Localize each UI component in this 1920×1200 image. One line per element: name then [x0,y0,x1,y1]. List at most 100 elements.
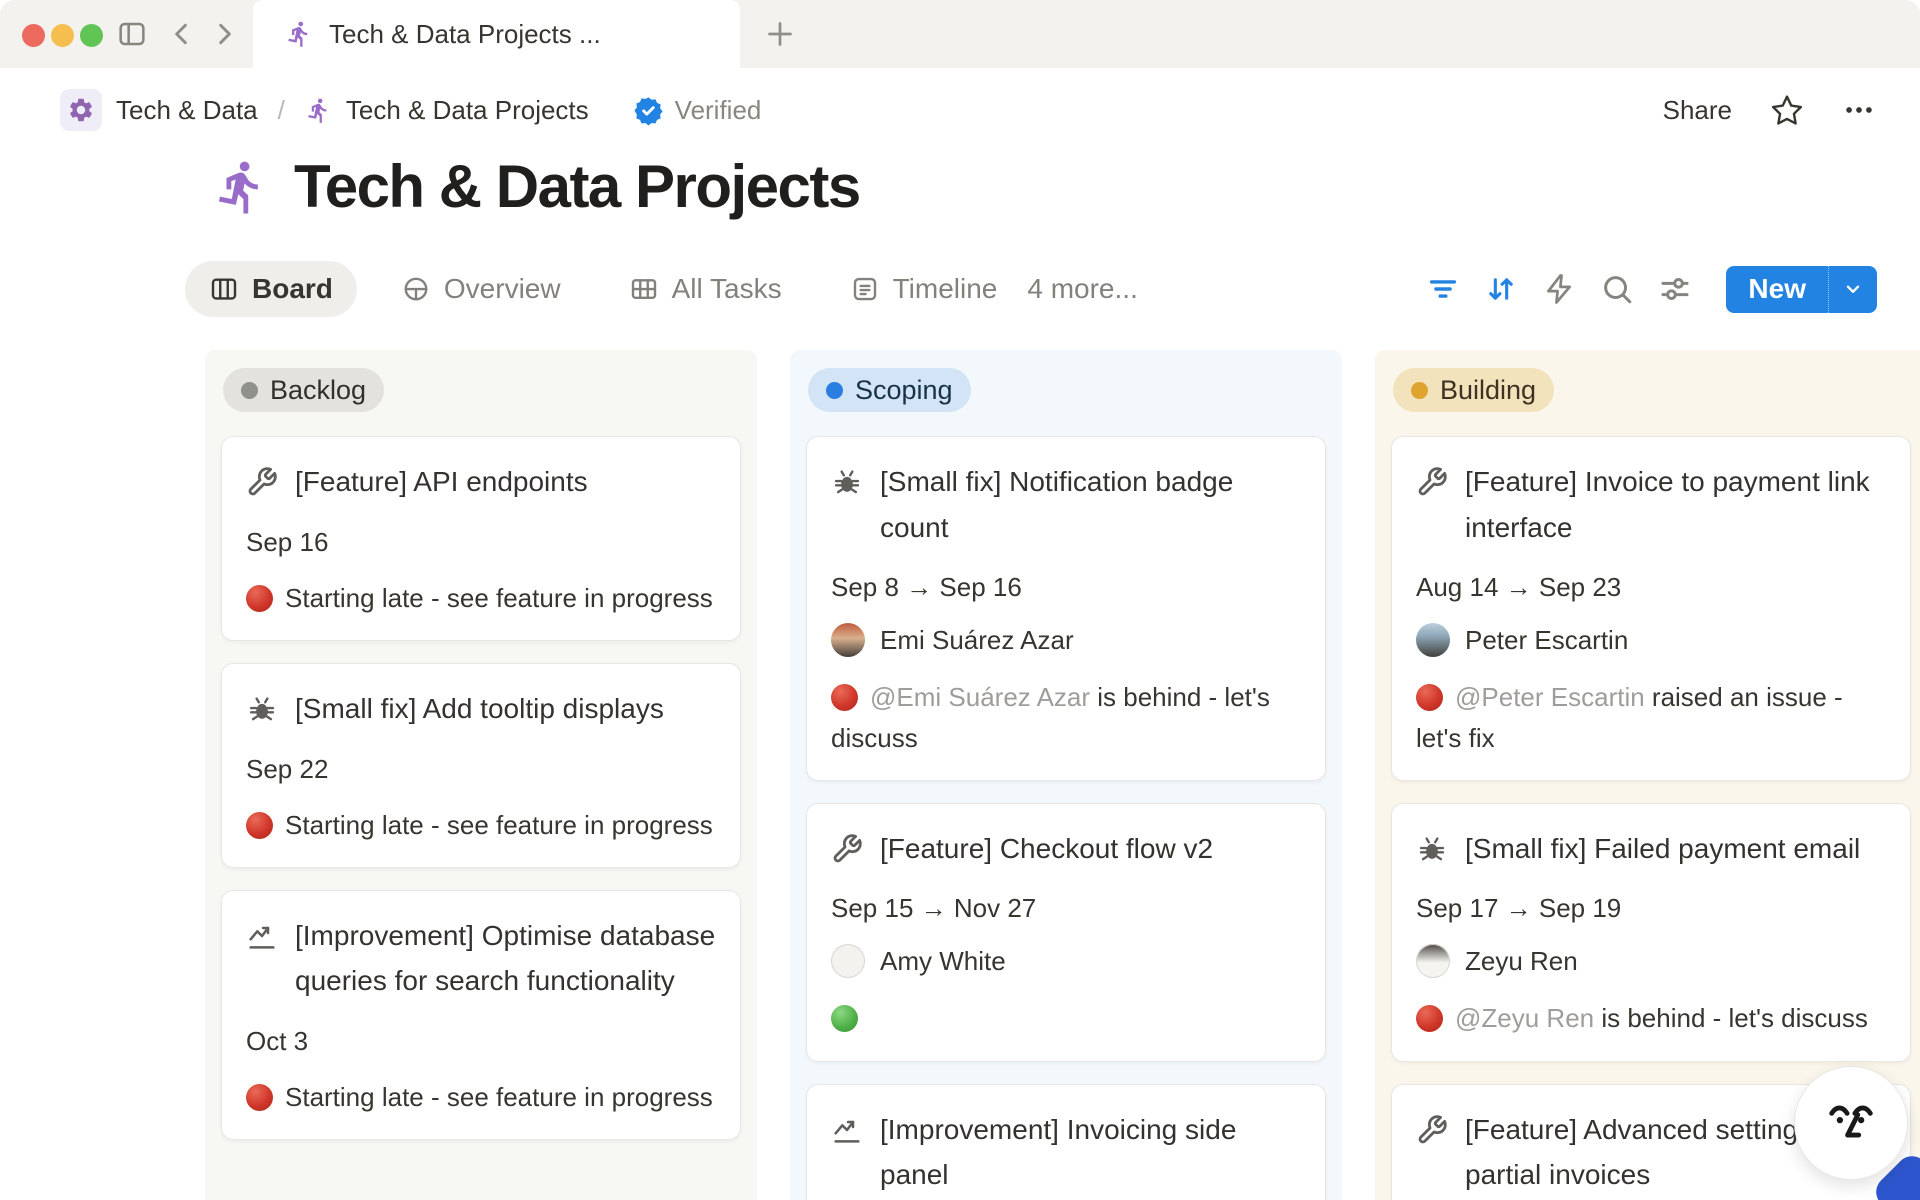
card[interactable]: [Improvement] Optimise database queries … [221,890,741,1141]
card-assignee: Amy White [831,944,1301,978]
forward-icon[interactable] [208,18,240,50]
card-title: [Improvement] Optimise database queries … [295,913,716,1004]
card-status: @Zeyu Ren is behind - let's discuss [1416,998,1886,1038]
page-icon-running-person[interactable] [212,158,270,216]
verified-label: Verified [675,95,762,126]
toolbar-icons [1426,272,1692,306]
card-head: [Feature] API endpoints [246,459,716,505]
card[interactable]: [Small fix] Add tooltip displays Sep 22 St… [221,663,741,868]
sidebar-toggle-icon[interactable] [116,18,148,50]
view-tab-all-tasks[interactable]: All Tasks [605,261,806,317]
verified-badge[interactable]: Verified [633,95,762,126]
column-name: Building [1440,375,1536,406]
new-dropdown-button[interactable] [1828,266,1877,313]
board-icon [209,274,239,304]
search-icon[interactable] [1600,272,1634,306]
card-status: @Emi Suárez Azar is behind - let's discu… [831,677,1301,758]
notion-ai-face-icon [1822,1094,1880,1152]
card-title: [Improvement] Invoicing side panel [880,1107,1301,1198]
status-dot-icon [241,382,258,399]
app-window: Tech & Data Projects ... Tech & Data / T… [0,0,1920,1200]
column-name: Scoping [855,375,953,406]
minimize-window-button[interactable] [51,24,74,47]
card-head: [Small fix] Add tooltip displays [246,686,716,732]
column-header-backlog[interactable]: Backlog [223,368,384,412]
card-head: [Feature] Invoice to payment link interf… [1416,459,1886,550]
card-date: Oct 3 [246,1026,716,1057]
filter-icon[interactable] [1426,272,1460,306]
tab-bar: Tech & Data Projects ... [0,0,1920,68]
view-tab-overview[interactable]: Overview [377,261,585,317]
card-date: Sep 15 → Nov 27 [831,893,1301,924]
card-head: [Small fix] Failed payment email [1416,826,1886,872]
more-views-button[interactable]: 4 more... [1027,273,1137,305]
status-dot-icon [826,382,843,399]
card-status: Starting late - see feature in progress [246,578,716,618]
card[interactable]: [Improvement] Invoicing side panelSep 15… [806,1084,1326,1200]
favorite-star-icon[interactable] [1770,93,1804,127]
status-text: Starting late - see feature in progress [285,583,713,613]
view-tab-board[interactable]: Board [185,261,357,317]
close-window-button[interactable] [22,24,45,47]
notion-ai-button[interactable] [1794,1066,1908,1180]
card-head: [Feature] Checkout flow v2 [831,826,1301,872]
sort-icon[interactable] [1484,272,1518,306]
card-assignee: Peter Escartin [1416,623,1886,657]
breadcrumb-workspace[interactable]: Tech & Data [116,95,258,126]
card[interactable]: [Small fix] Notification badge countSep … [806,436,1326,781]
breadcrumb-separator: / [278,95,285,126]
status-text: Starting late - see feature in progress [285,810,713,840]
card-title: [Feature] Invoice to payment link interf… [1465,459,1886,550]
column-header-scoping[interactable]: Scoping [808,368,971,412]
card-head: [Improvement] Invoicing side panel [831,1107,1301,1198]
new-tab-plus-icon[interactable] [762,16,798,52]
timeline-icon [850,274,880,304]
card[interactable]: [Feature] Checkout flow v2 Sep 15 → Nov 2… [806,803,1326,1062]
active-tab[interactable]: Tech & Data Projects ... [253,0,740,68]
back-icon[interactable] [166,18,198,50]
red-status-dot-icon [246,585,273,612]
card-title: [Small fix] Notification badge count [880,459,1301,550]
view-controls: Board Overview All Tasks Timeline 4 more...… [185,260,1877,318]
card-status: Starting late - see feature in progress [246,805,716,845]
new-button[interactable]: New [1726,266,1828,313]
page-header: Tech & Data / Tech & Data Projects Verif… [0,68,1920,152]
breadcrumb-page[interactable]: Tech & Data Projects [346,95,589,126]
avatar [1416,944,1450,978]
card[interactable]: [Feature] Invoice to payment link interf… [1391,436,1911,781]
view-tab-label: Board [252,273,333,305]
status-dot-icon [1411,382,1428,399]
settings-sliders-icon[interactable] [1658,272,1692,306]
assignee-name: Amy White [880,946,1006,977]
status-text: is behind - let's discuss [1594,1003,1868,1033]
card-status [831,998,1301,1038]
zap-icon[interactable] [1542,272,1576,306]
card-status: Starting late - see feature in progress [246,1077,716,1117]
column-header-building[interactable]: Building [1393,368,1554,412]
wrench-icon [246,466,278,498]
bug-icon [246,693,278,725]
header-actions: Share [1663,93,1876,127]
breadcrumb: Tech & Data / Tech & Data Projects Verif… [60,89,761,131]
window-controls [22,24,103,47]
mention: @Peter Escartin [1455,682,1645,712]
card-date: Sep 16 [246,527,716,558]
view-tab-label: Overview [444,273,561,305]
green-status-dot-icon [831,1005,858,1032]
zoom-window-button[interactable] [80,24,103,47]
new-button-group: New [1726,266,1877,313]
more-options-icon[interactable] [1842,93,1876,127]
card-date: Sep 22 [246,754,716,785]
view-tab-timeline[interactable]: Timeline [826,261,1022,317]
card[interactable]: [Small fix] Failed payment emailSep 17 →… [1391,803,1911,1062]
red-status-dot-icon [1416,1005,1443,1032]
view-tab-label: Timeline [893,273,998,305]
avatar [831,623,865,657]
workspace-icon-chip[interactable] [60,89,102,131]
running-person-icon [305,97,332,124]
share-button[interactable]: Share [1663,95,1732,126]
mention: @Emi Suárez Azar [870,682,1090,712]
avatar [831,944,865,978]
card[interactable]: [Feature] API endpoints Sep 16 Starting la… [221,436,741,641]
page-title[interactable]: Tech & Data Projects [294,152,860,221]
